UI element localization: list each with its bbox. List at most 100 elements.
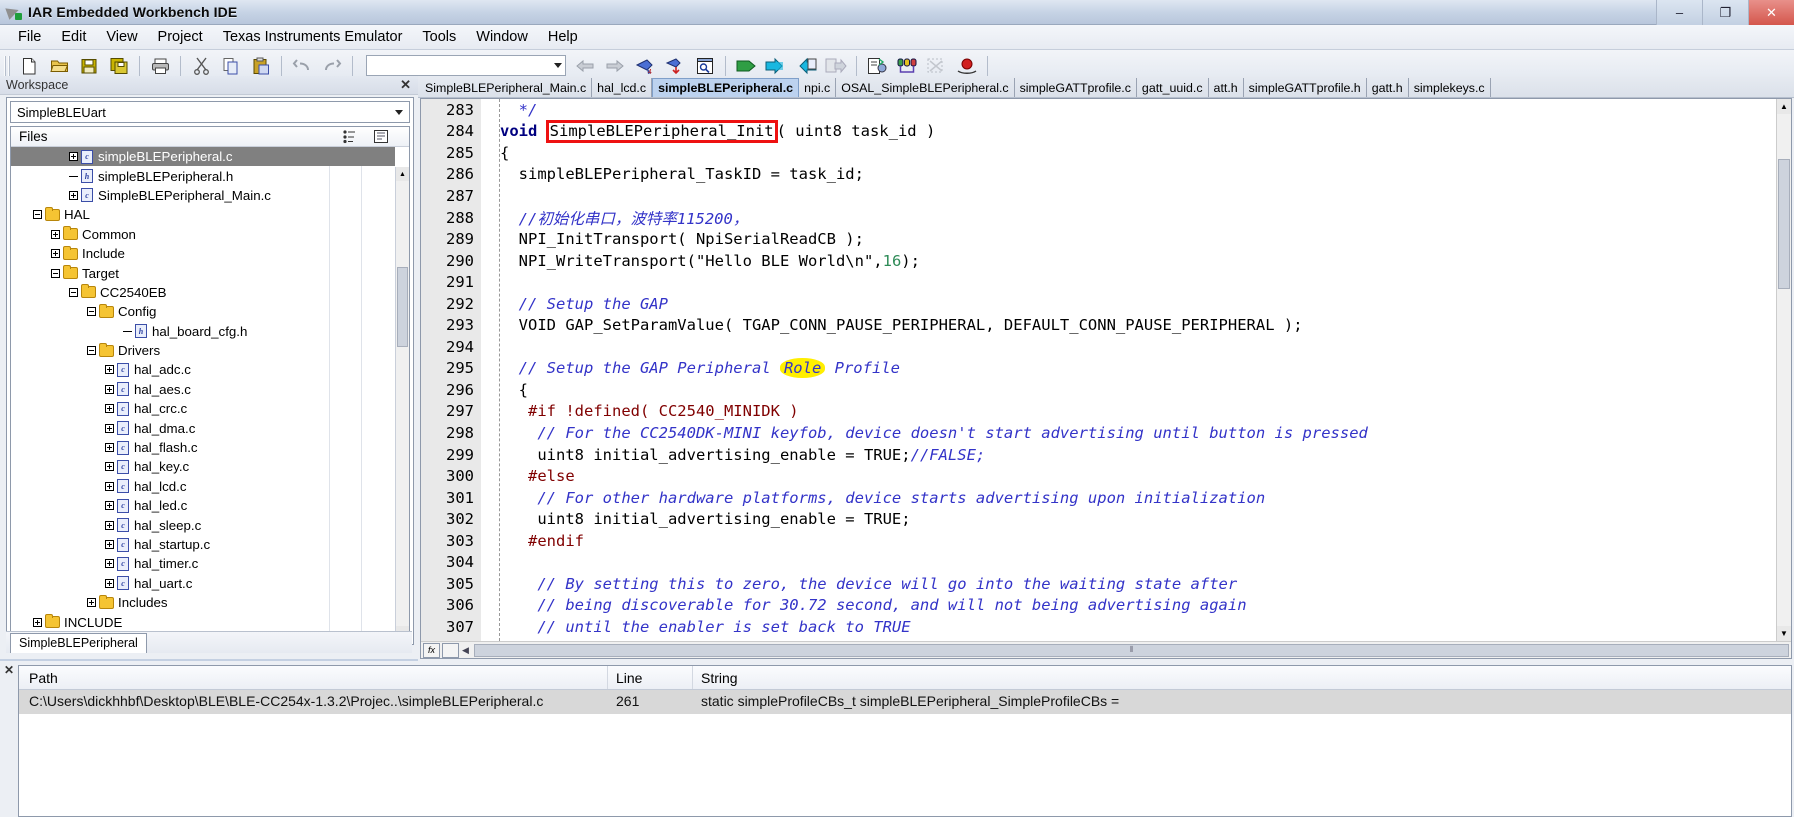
code-line[interactable]: 298 // For the CC2540DK-MINI keyfob, dev… (421, 422, 1776, 444)
expand-icon[interactable] (105, 423, 114, 433)
tree-item-hal-flash-c[interactable]: c hal_flash.c (11, 438, 395, 457)
expand-icon[interactable] (105, 365, 114, 375)
code-line[interactable]: 283 */ (421, 99, 1776, 121)
split-view-icon[interactable] (442, 642, 459, 658)
code-line[interactable]: 300 #else (421, 465, 1776, 487)
project-select[interactable]: SimpleBLEUart (10, 101, 410, 123)
tree-item-hal-key-c[interactable]: c hal_key.c (11, 457, 395, 476)
editor-tab-simplegattprofile-h[interactable]: simpleGATTprofile.h (1244, 78, 1367, 97)
expand-icon[interactable] (105, 540, 114, 549)
tree-item-hal-uart-c[interactable]: c hal_uart.c (11, 574, 395, 593)
tree-item-hal-board-cfg-h[interactable]: h hal_board_cfg.h (11, 322, 395, 341)
code-line[interactable]: 293 VOID GAP_SetParamValue( TGAP_CONN_PA… (421, 314, 1776, 336)
undo-icon[interactable] (288, 53, 316, 79)
tree-item-hal-dma-c[interactable]: c hal_dma.c (11, 418, 395, 437)
collapse-icon[interactable] (87, 307, 96, 317)
expand-icon[interactable] (105, 559, 114, 569)
toggle-breakpoint-icon[interactable] (923, 53, 951, 79)
code-line[interactable]: 304 (421, 551, 1776, 573)
expand-icon[interactable] (105, 481, 114, 491)
workspace-close-icon[interactable]: ✕ (397, 77, 414, 93)
code-line[interactable]: 287 (421, 185, 1776, 207)
editor-tab-hal-lcd-c[interactable]: hal_lcd.c (592, 78, 653, 97)
tree-item-hal[interactable]: HAL (11, 205, 395, 224)
breakpoints-icon[interactable] (893, 53, 921, 79)
print-icon[interactable] (146, 53, 174, 79)
options-column-icon[interactable] (373, 129, 389, 147)
menu-item-project[interactable]: Project (148, 27, 213, 47)
code-line[interactable]: 295 // Setup the GAP Peripheral Role Pro… (421, 358, 1776, 380)
menu-item-file[interactable]: File (8, 27, 51, 47)
column-header-line[interactable]: Line (616, 670, 642, 686)
editor-tab-simplebleperipheral-c[interactable]: simpleBLEPeripheral.c (652, 78, 800, 97)
menu-item-tools[interactable]: Tools (412, 27, 466, 47)
column-header-path[interactable]: Path (29, 670, 58, 686)
code-line[interactable]: 302 uint8 initial_advertising_enable = T… (421, 508, 1776, 530)
code-line[interactable]: 286 simpleBLEPeripheral_TaskID = task_id… (421, 164, 1776, 186)
collapse-icon[interactable] (51, 268, 60, 278)
code-line[interactable]: 291 (421, 271, 1776, 293)
scroll-down-icon[interactable]: ▼ (1777, 626, 1791, 641)
tree-item-drivers[interactable]: Drivers (11, 341, 395, 360)
expand-icon[interactable] (51, 249, 60, 259)
collapse-icon[interactable] (33, 210, 42, 220)
expand-icon[interactable] (105, 443, 114, 453)
code-line[interactable]: 306 // being discoverable for 30.72 seco… (421, 595, 1776, 617)
editor-tab-simplekeys-c[interactable]: simplekeys.c (1409, 78, 1491, 97)
tree-item-hal-lcd-c[interactable]: c hal_lcd.c (11, 477, 395, 496)
tree-item-hal-led-c[interactable]: c hal_led.c (11, 496, 395, 515)
tree-item-cc2540eb[interactable]: CC2540EB (11, 283, 395, 302)
save-icon[interactable] (75, 53, 103, 79)
editor-scroll-thumb[interactable] (1778, 159, 1790, 289)
tree-item-simplebleperipheral-h[interactable]: h simpleBLEPeripheral.h (11, 166, 395, 185)
collapse-icon[interactable] (69, 287, 78, 297)
expand-icon[interactable] (105, 404, 114, 414)
menu-item-window[interactable]: Window (466, 27, 538, 47)
compile-icon[interactable] (732, 53, 760, 79)
quick-search-combo[interactable] (366, 55, 566, 76)
tree-item-include[interactable]: Include (11, 244, 395, 263)
sort-column-icon[interactable] (341, 129, 357, 147)
expand-icon[interactable] (87, 598, 96, 608)
tree-item-hal-adc-c[interactable]: c hal_adc.c (11, 360, 395, 379)
save-all-icon[interactable] (105, 53, 133, 79)
tree-item-includes[interactable]: Includes (11, 593, 395, 612)
tree-item-hal-startup-c[interactable]: c hal_startup.c (11, 535, 395, 554)
tree-item-simplebleperipheral-c[interactable]: c simpleBLEPeripheral.c (11, 147, 395, 167)
menu-item-texas-instruments-emulator[interactable]: Texas Instruments Emulator (213, 27, 413, 47)
tree-item-target[interactable]: Target (11, 263, 395, 282)
menu-item-view[interactable]: View (96, 27, 147, 47)
close-button[interactable]: ✕ (1748, 0, 1794, 25)
editor-hscroll-thumb[interactable]: ⦀ (473, 643, 1789, 657)
menu-item-help[interactable]: Help (538, 27, 588, 47)
tree-item-hal-crc-c[interactable]: c hal_crc.c (11, 399, 395, 418)
editor-tab-simplebleperipheral-main-c[interactable]: SimpleBLEPeripheral_Main.c (420, 78, 593, 97)
code-line[interactable]: 289 NPI_InitTransport( NpiSerialReadCB )… (421, 228, 1776, 250)
code-line[interactable]: 285 { (421, 142, 1776, 164)
bookmark-next-icon[interactable] (661, 53, 689, 79)
tree-item-common[interactable]: Common (11, 225, 395, 244)
scroll-up-icon[interactable]: ▲ (1777, 99, 1791, 114)
open-folder-icon[interactable] (45, 53, 73, 79)
step-config-icon[interactable] (863, 53, 891, 79)
expand-icon[interactable] (69, 152, 78, 162)
editor-horizontal-scrollbar[interactable]: fx ◀ ⦀ (421, 641, 1791, 658)
code-line[interactable]: 305 // By setting this to zero, the devi… (421, 573, 1776, 595)
workspace-tab-simplebleperipheral[interactable]: SimpleBLEPeripheral (10, 632, 147, 653)
tree-item-hal-sleep-c[interactable]: c hal_sleep.c (11, 515, 395, 534)
tree-item-hal-aes-c[interactable]: c hal_aes.c (11, 380, 395, 399)
code-line[interactable]: 290 NPI_WriteTransport("Hello BLE World\… (421, 250, 1776, 272)
code-area[interactable]: 283 */284 void SimpleBLEPeripheral_Init( … (421, 99, 1776, 641)
code-line[interactable]: 288 //初始化串口，波特率115200， (421, 207, 1776, 229)
column-header-string[interactable]: String (701, 670, 738, 686)
toolbar-grip[interactable] (4, 55, 11, 76)
tree-scroll-thumb[interactable] (397, 267, 408, 347)
code-line[interactable]: 299 uint8 initial_advertising_enable = T… (421, 444, 1776, 466)
editor-tab-simplegattprofile-c[interactable]: simpleGATTprofile.c (1015, 78, 1137, 97)
tree-scrollbar[interactable]: ▲ ▼ (395, 167, 409, 640)
stop-build-icon[interactable] (792, 53, 820, 79)
editor-vertical-scrollbar[interactable]: ▲ ▼ (1776, 99, 1791, 641)
scroll-left-icon[interactable]: ◀ (462, 645, 469, 656)
code-line[interactable]: 307 // until the enabler is set back to … (421, 616, 1776, 638)
record-icon[interactable] (953, 53, 981, 79)
